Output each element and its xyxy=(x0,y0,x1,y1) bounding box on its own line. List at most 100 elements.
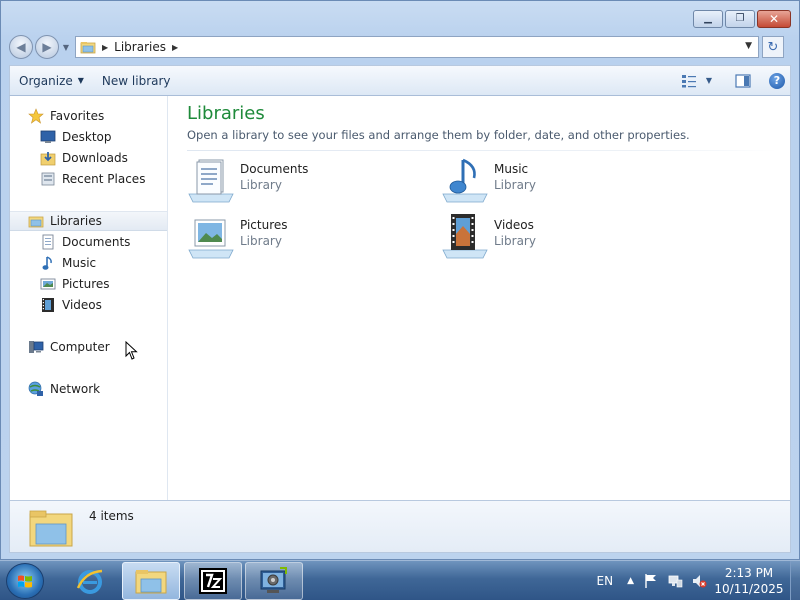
nav-item-music[interactable]: Music xyxy=(10,253,167,273)
refresh-icon: ↻ xyxy=(767,39,779,55)
library-type: Library xyxy=(494,234,536,248)
back-arrow-icon: ◀ xyxy=(16,40,26,54)
taskbar-internet-explorer[interactable] xyxy=(61,562,119,600)
address-history-dropdown-icon[interactable]: ▼ xyxy=(745,41,752,51)
library-type: Library xyxy=(240,234,282,248)
library-name: Pictures xyxy=(240,218,288,232)
library-type: Library xyxy=(494,178,536,192)
action-center-flag-icon[interactable] xyxy=(642,572,660,590)
recent-places-icon xyxy=(40,171,56,187)
back-button[interactable]: ◀ xyxy=(9,35,33,59)
mouse-cursor-icon xyxy=(125,341,138,360)
organize-label: Organize xyxy=(19,73,73,88)
windows-explorer-icon xyxy=(135,570,167,594)
volume-muted-icon[interactable] xyxy=(690,572,708,590)
nav-item-label: Pictures xyxy=(62,277,110,291)
nav-libraries-label: Libraries xyxy=(50,214,102,228)
address-bar[interactable]: ▶ Libraries ▶ ▼ xyxy=(75,36,759,58)
network-status-icon[interactable] xyxy=(666,572,684,590)
computer-icon xyxy=(28,339,44,355)
library-name: Videos xyxy=(494,218,534,232)
library-documents[interactable]: Documents Library xyxy=(187,156,427,206)
language-indicator[interactable]: EN xyxy=(597,574,614,588)
nav-item-recent-places[interactable]: Recent Places xyxy=(10,169,167,189)
address-row: ◀ ▶ ▼ ▶ Libraries ▶ ▼ ↻ xyxy=(9,35,791,59)
7zip-icon xyxy=(199,568,227,594)
item-count: 4 items xyxy=(89,509,134,523)
nav-computer[interactable]: Computer xyxy=(10,337,167,357)
nav-computer-label: Computer xyxy=(50,340,110,354)
breadcrumb-separator-icon[interactable]: ▶ xyxy=(172,43,178,52)
organize-button[interactable]: Organize ▼ xyxy=(10,66,93,95)
taskbar-system-tool[interactable] xyxy=(245,562,303,600)
maximize-button[interactable]: ❐ xyxy=(725,10,755,28)
nav-favorites-label: Favorites xyxy=(50,109,105,123)
nav-item-downloads[interactable]: Downloads xyxy=(10,148,167,168)
maximize-icon: ❐ xyxy=(735,13,745,24)
navigation-pane: Favorites Desktop Downloads Recent Place… xyxy=(10,96,168,500)
refresh-button[interactable]: ↻ xyxy=(762,36,784,58)
chevron-down-icon: ▼ xyxy=(62,42,70,52)
nav-network[interactable]: Network xyxy=(10,379,167,399)
help-button[interactable]: ? xyxy=(764,70,790,92)
music-library-icon xyxy=(442,158,488,203)
library-videos[interactable]: Videos Library xyxy=(441,212,681,262)
close-button[interactable]: ✕ xyxy=(757,10,791,28)
nav-item-label: Documents xyxy=(62,235,131,249)
new-library-button[interactable]: New library xyxy=(93,66,180,95)
command-bar: Organize ▼ New library ▼ ? xyxy=(9,65,791,96)
show-desktop-button[interactable] xyxy=(790,561,800,600)
view-dropdown-button[interactable]: ▼ xyxy=(702,70,716,92)
chevron-down-icon: ▼ xyxy=(77,76,84,85)
library-name: Documents xyxy=(240,162,309,176)
libraries-icon xyxy=(28,213,44,229)
nav-item-desktop[interactable]: Desktop xyxy=(10,127,167,147)
start-button[interactable] xyxy=(6,563,44,599)
help-icon: ? xyxy=(769,72,785,89)
nav-item-label: Downloads xyxy=(62,151,128,165)
caption-buttons: ▁ ❐ ✕ xyxy=(691,10,791,28)
pictures-icon xyxy=(40,276,56,292)
documents-library-icon xyxy=(188,159,234,203)
libraries-folder-icon xyxy=(29,510,73,547)
main-panes: Favorites Desktop Downloads Recent Place… xyxy=(9,96,791,500)
explorer-window: ▁ ❐ ✕ ◀ ▶ ▼ ▶ Libraries ▶ ▼ ↻ Organize ▼ xyxy=(0,0,800,560)
taskbar-7zip[interactable] xyxy=(184,562,242,600)
star-icon xyxy=(28,108,44,124)
nav-favorites[interactable]: Favorites xyxy=(10,106,167,126)
details-pane: 4 items xyxy=(9,500,791,553)
nav-item-videos[interactable]: Videos xyxy=(10,295,167,315)
system-tool-icon xyxy=(260,567,287,593)
new-library-label: New library xyxy=(101,73,171,88)
preview-pane-icon xyxy=(735,73,751,88)
videos-library-icon xyxy=(442,214,488,259)
nav-libraries[interactable]: Libraries xyxy=(10,211,167,231)
minimize-button[interactable]: ▁ xyxy=(693,10,723,28)
change-view-button[interactable] xyxy=(676,70,702,92)
downloads-icon xyxy=(40,150,56,166)
page-subtitle: Open a library to see your files and arr… xyxy=(187,128,690,142)
music-icon xyxy=(40,255,56,271)
system-clock[interactable]: 2:13 PM 10/11/2025 xyxy=(714,565,784,597)
nav-item-pictures[interactable]: Pictures xyxy=(10,274,167,294)
library-music[interactable]: Music Library xyxy=(441,156,681,206)
library-pictures[interactable]: Pictures Library xyxy=(187,212,427,262)
preview-pane-button[interactable] xyxy=(730,70,756,92)
libraries-icon xyxy=(80,42,96,54)
recent-pages-dropdown[interactable]: ▼ xyxy=(61,43,71,52)
taskbar-windows-explorer[interactable] xyxy=(122,562,180,600)
breadcrumb-libraries[interactable]: Libraries xyxy=(114,40,166,54)
nav-item-documents[interactable]: Documents xyxy=(10,232,167,252)
divider xyxy=(187,150,777,151)
nav-item-label: Desktop xyxy=(62,130,112,144)
forward-arrow-icon: ▶ xyxy=(42,40,52,54)
internet-explorer-icon xyxy=(76,569,103,594)
pictures-library-icon xyxy=(188,219,234,259)
nav-network-label: Network xyxy=(50,382,101,396)
nav-item-label: Videos xyxy=(62,298,102,312)
videos-icon xyxy=(40,297,56,313)
breadcrumb-separator-icon[interactable]: ▶ xyxy=(102,43,108,52)
show-hidden-icons-button[interactable]: ▲ xyxy=(627,576,634,586)
taskbar: EN ▲ 2:13 PM 10/11/2025 xyxy=(0,560,800,600)
forward-button[interactable]: ▶ xyxy=(35,35,59,59)
